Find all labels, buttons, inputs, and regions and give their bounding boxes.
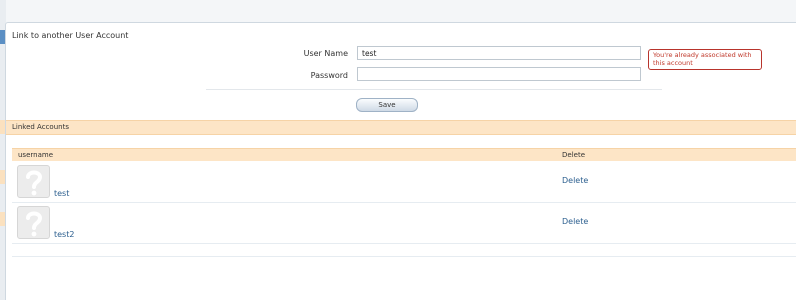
username-input[interactable]: [357, 46, 641, 60]
error-line-2: this account: [653, 59, 693, 67]
avatar: [17, 165, 50, 198]
delete-link[interactable]: Delete: [562, 217, 588, 226]
username-label: User Name: [303, 49, 348, 58]
password-label: Password: [310, 71, 348, 80]
column-username: username: [18, 151, 53, 159]
delete-link[interactable]: Delete: [562, 176, 588, 185]
table-bottom-divider: [12, 256, 796, 257]
linked-accounts-table-header: username Delete: [12, 148, 796, 161]
linked-username-link[interactable]: test2: [54, 230, 74, 239]
panel-title: Link to another User Account: [12, 31, 129, 40]
table-row: test2 Delete: [12, 203, 796, 244]
avatar: [17, 206, 50, 239]
error-line-1: You're already associated with: [653, 51, 752, 59]
table-row: test Delete: [12, 162, 796, 203]
password-input[interactable]: [357, 67, 641, 81]
linked-accounts-heading: Linked Accounts: [6, 120, 796, 135]
column-delete: Delete: [562, 151, 585, 159]
form-divider: [206, 89, 662, 90]
error-tooltip: You're already associated with this acco…: [648, 49, 762, 70]
link-account-panel: Link to another User Account User Name Y…: [5, 22, 796, 300]
question-mark-icon: [25, 211, 42, 236]
question-mark-icon: [25, 170, 42, 195]
save-button[interactable]: Save: [356, 98, 418, 112]
linked-username-link[interactable]: test: [54, 189, 69, 198]
